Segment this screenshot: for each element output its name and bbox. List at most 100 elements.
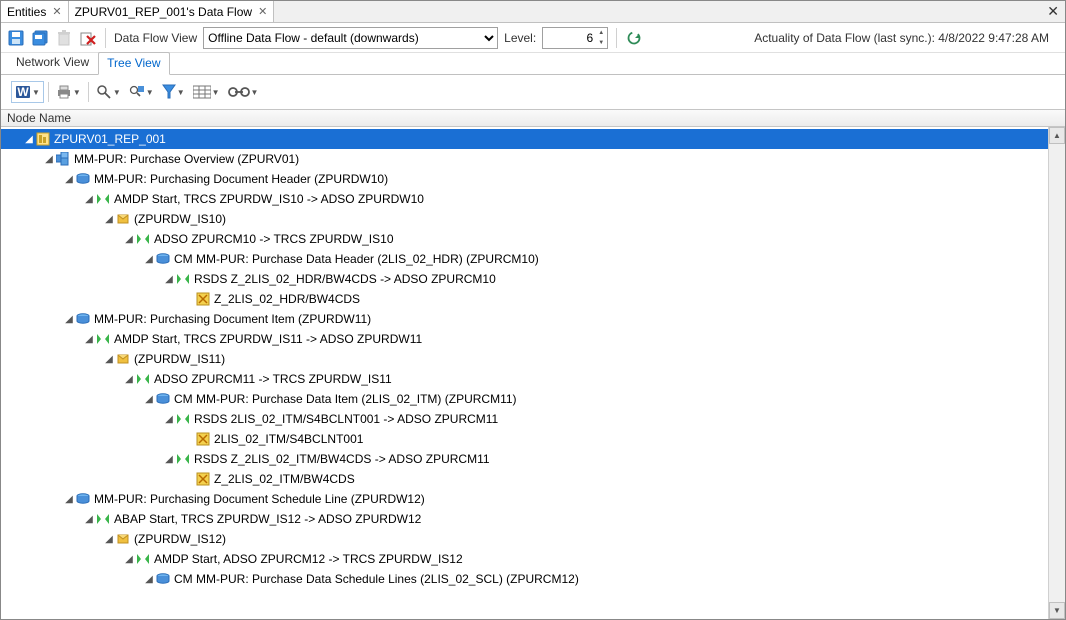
columns-button[interactable]: ▼	[190, 81, 223, 103]
transform-icon	[175, 411, 191, 427]
level-spinner[interactable]: ▲▼	[542, 27, 608, 49]
sync-status: Actuality of Data Flow (last sync.): 4/8…	[754, 31, 1059, 45]
tree-row[interactable]: ◢ (ZPURDW_IS12)	[1, 529, 1048, 549]
chevron-down-icon: ▼	[212, 88, 220, 97]
spin-down-icon[interactable]: ▼	[595, 38, 607, 48]
tree-row[interactable]: ◢MM-PUR: Purchasing Document Item (ZPURD…	[1, 309, 1048, 329]
tab-tree-view[interactable]: Tree View	[98, 52, 169, 75]
tree-row[interactable]: ◢ ZPURV01_REP_001	[1, 129, 1048, 149]
scroll-up-icon[interactable]: ▲	[1049, 127, 1065, 144]
ds-icon	[195, 431, 211, 447]
tree-row[interactable]: ◢ CM MM-PUR: Purchase Data Item (2LIS_02_…	[1, 389, 1048, 409]
tree-row[interactable]: ◢RSDS Z_2LIS_02_HDR/BW4CDS -> ADSO ZPURC…	[1, 269, 1048, 289]
tree-label: (ZPURDW_IS11)	[134, 352, 225, 366]
tree-row[interactable]: ◢MM-PUR: Purchasing Document Header (ZPU…	[1, 169, 1048, 189]
dataflow-view-select[interactable]: Offline Data Flow - default (downwards)	[203, 27, 498, 49]
tree-label: (ZPURDW_IS12)	[134, 532, 226, 546]
tree-row[interactable]: Z_2LIS_02_ITM/BW4CDS	[1, 469, 1048, 489]
column-header[interactable]: Node Name	[1, 109, 1065, 127]
tab-network-view[interactable]: Network View	[7, 51, 98, 74]
tree-row[interactable]: ◢AMDP Start, ADSO ZPURCM12 -> TRCS ZPURD…	[1, 549, 1048, 569]
transform-icon	[175, 271, 191, 287]
tree-row[interactable]: ◢CM MM-PUR: Purchase Data Schedule Lines…	[1, 569, 1048, 589]
expander-open-icon[interactable]: ◢	[63, 174, 75, 185]
adso-icon	[75, 171, 91, 187]
search-cube-button[interactable]: ▼	[126, 81, 157, 103]
adso-icon	[155, 571, 171, 587]
spin-up-icon[interactable]: ▲	[595, 28, 607, 38]
tree-label: AMDP Start, TRCS ZPURDW_IS10 -> ADSO ZPU…	[114, 192, 424, 206]
expander-open-icon[interactable]: ◢	[123, 234, 135, 245]
transform-icon	[135, 551, 151, 567]
level-input[interactable]	[543, 28, 595, 48]
scroll-down-icon[interactable]: ▼	[1049, 602, 1065, 619]
tree-label: CM MM-PUR: Purchase Data Item (2LIS_02_I…	[174, 392, 517, 406]
close-icon[interactable]: ✕	[258, 5, 267, 18]
link-button[interactable]: ▼	[225, 81, 262, 103]
tree-row[interactable]: ◢RSDS 2LIS_02_ITM/S4BCLNT001 -> ADSO ZPU…	[1, 409, 1048, 429]
expander-open-icon[interactable]: ◢	[83, 514, 95, 525]
expander-open-icon[interactable]: ◢	[163, 274, 175, 285]
tab-entities[interactable]: Entities ✕	[1, 1, 69, 22]
expander-open-icon[interactable]: ◢	[163, 414, 175, 425]
search-button[interactable]: ▼	[93, 81, 124, 103]
tree-row[interactable]: ◢ MM-PUR: Purchasing Document Schedule Li…	[1, 489, 1048, 509]
tree-label: MM-PUR: Purchase Overview (ZPURV01)	[74, 152, 299, 166]
tree-label: Z_2LIS_02_HDR/BW4CDS	[214, 292, 360, 306]
expander-open-icon[interactable]: ◢	[143, 254, 155, 265]
expander-open-icon[interactable]: ◢	[103, 354, 115, 365]
expander-open-icon[interactable]: ◢	[23, 134, 35, 145]
tree-label: ADSO ZPURCM11 -> TRCS ZPURDW_IS11	[154, 372, 392, 386]
tree-row[interactable]: ◢ AMDP Start, TRCS ZPURDW_IS10 -> ADSO ZP…	[1, 189, 1048, 209]
remove-icon[interactable]	[79, 29, 97, 47]
expander-open-icon[interactable]: ◢	[143, 394, 155, 405]
expander-open-icon[interactable]: ◢	[63, 494, 75, 505]
expander-open-icon[interactable]: ◢	[83, 194, 95, 205]
tree-label: MM-PUR: Purchasing Document Schedule Lin…	[94, 492, 425, 506]
tree-container: ◢ ZPURV01_REP_001 ◢ MM-PUR: Purchase Overvi…	[1, 127, 1065, 619]
transform-icon	[135, 371, 151, 387]
expander-open-icon[interactable]: ◢	[83, 334, 95, 345]
close-icon[interactable]: ✕	[52, 5, 61, 18]
tree-row[interactable]: ◢CM MM-PUR: Purchase Data Header (2LIS_0…	[1, 249, 1048, 269]
adso-icon	[75, 311, 91, 327]
tab-dataflow[interactable]: ZPURV01_REP_001's Data Flow ✕	[69, 1, 275, 22]
transform-icon	[135, 231, 151, 247]
delete-icon[interactable]	[55, 29, 73, 47]
tree-label: ADSO ZPURCM10 -> TRCS ZPURDW_IS10	[154, 232, 394, 246]
expander-open-icon[interactable]: ◢	[103, 534, 115, 545]
tree[interactable]: ◢ ZPURV01_REP_001 ◢ MM-PUR: Purchase Overvi…	[1, 127, 1048, 619]
tree-row[interactable]: ◢ ADSO ZPURCM11 -> TRCS ZPURDW_IS11	[1, 369, 1048, 389]
tree-row[interactable]: ◢(ZPURDW_IS10)	[1, 209, 1048, 229]
tree-row[interactable]: ◢ MM-PUR: Purchase Overview (ZPURV01)	[1, 149, 1048, 169]
vertical-scrollbar[interactable]: ▲ ▼	[1048, 127, 1065, 619]
expander-open-icon[interactable]: ◢	[123, 374, 135, 385]
expander-open-icon[interactable]: ◢	[123, 554, 135, 565]
tree-row[interactable]: 2LIS_02_ITM/S4BCLNT001	[1, 429, 1048, 449]
save-icon[interactable]	[7, 29, 25, 47]
tree-label: AMDP Start, TRCS ZPURDW_IS11 -> ADSO ZPU…	[114, 332, 422, 346]
refresh-icon[interactable]	[625, 29, 643, 47]
adso-icon	[155, 391, 171, 407]
view-tabs: Network View Tree View	[1, 53, 1065, 75]
expander-open-icon[interactable]: ◢	[143, 574, 155, 585]
tree-row[interactable]: ◢ ADSO ZPURCM10 -> TRCS ZPURDW_IS10	[1, 229, 1048, 249]
tree-row[interactable]: Z_2LIS_02_HDR/BW4CDS	[1, 289, 1048, 309]
report-icon	[35, 131, 51, 147]
tree-row[interactable]: ◢RSDS Z_2LIS_02_ITM/BW4CDS -> ADSO ZPURC…	[1, 449, 1048, 469]
filter-button[interactable]: ▼	[159, 81, 188, 103]
tree-row[interactable]: ◢ABAP Start, TRCS ZPURDW_IS12 -> ADSO ZP…	[1, 509, 1048, 529]
tree-row[interactable]: ◢ AMDP Start, TRCS ZPURDW_IS11 -> ADSO ZP…	[1, 329, 1048, 349]
export-word-button[interactable]: W ▼	[11, 81, 44, 103]
save-all-icon[interactable]	[31, 29, 49, 47]
chevron-down-icon: ▼	[177, 88, 185, 97]
close-icon[interactable]: ✕	[1041, 3, 1065, 20]
transform-icon	[95, 191, 111, 207]
tree-row[interactable]: ◢ (ZPURDW_IS11)	[1, 349, 1048, 369]
expander-open-icon[interactable]: ◢	[43, 154, 55, 165]
expander-open-icon[interactable]: ◢	[103, 214, 115, 225]
tree-label: ZPURV01_REP_001	[54, 132, 166, 146]
expander-open-icon[interactable]: ◢	[163, 454, 175, 465]
print-button[interactable]: ▼	[53, 81, 84, 103]
expander-open-icon[interactable]: ◢	[63, 314, 75, 325]
